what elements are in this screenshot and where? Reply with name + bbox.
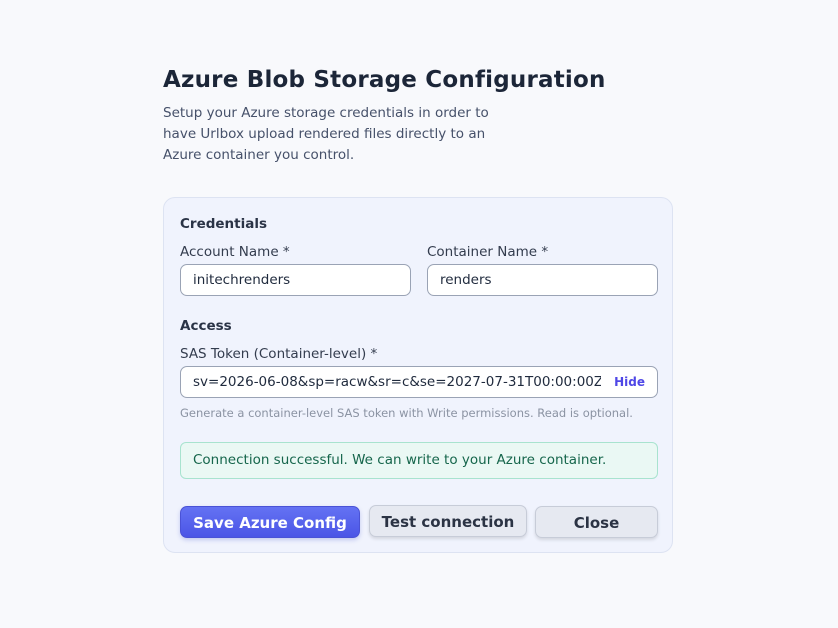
account-name-label: Account Name * bbox=[180, 244, 290, 260]
alert-message: Connection successful. We can write to y… bbox=[193, 452, 607, 468]
test-connection-button[interactable]: Test connection bbox=[369, 505, 527, 537]
connection-success-alert: Connection successful. We can write to y… bbox=[180, 442, 658, 479]
sas-token-label: SAS Token (Container-level) * bbox=[180, 346, 378, 362]
account-name-value: initechrenders bbox=[193, 272, 291, 288]
hide-token-button[interactable]: Hide bbox=[614, 367, 645, 397]
sas-token-value: sv=2026-06-08&sp=racw&sr=c&se=2027-07-31… bbox=[193, 374, 601, 390]
container-name-field[interactable]: renders bbox=[427, 264, 658, 296]
close-button[interactable]: Close bbox=[535, 506, 658, 538]
config-card: Credentials Account Name * initechrender… bbox=[163, 197, 673, 553]
page-description: Setup your Azure storage credentials in … bbox=[163, 105, 489, 163]
page-title: Azure Blob Storage Configuration bbox=[163, 67, 606, 93]
container-name-label: Container Name * bbox=[427, 244, 549, 260]
azure-config-panel: Azure Blob Storage Configuration Setup y… bbox=[163, 64, 675, 553]
account-name-field[interactable]: initechrenders bbox=[180, 264, 411, 296]
sas-help-text: Generate a container-level SAS token wit… bbox=[180, 406, 633, 420]
save-azure-config-button[interactable]: Save Azure Config bbox=[180, 506, 360, 538]
credentials-section-title: Credentials bbox=[180, 216, 268, 232]
container-name-value: renders bbox=[440, 272, 492, 288]
sas-token-field[interactable]: sv=2026-06-08&sp=racw&sr=c&se=2027-07-31… bbox=[180, 366, 658, 398]
access-section-title: Access bbox=[180, 318, 232, 334]
